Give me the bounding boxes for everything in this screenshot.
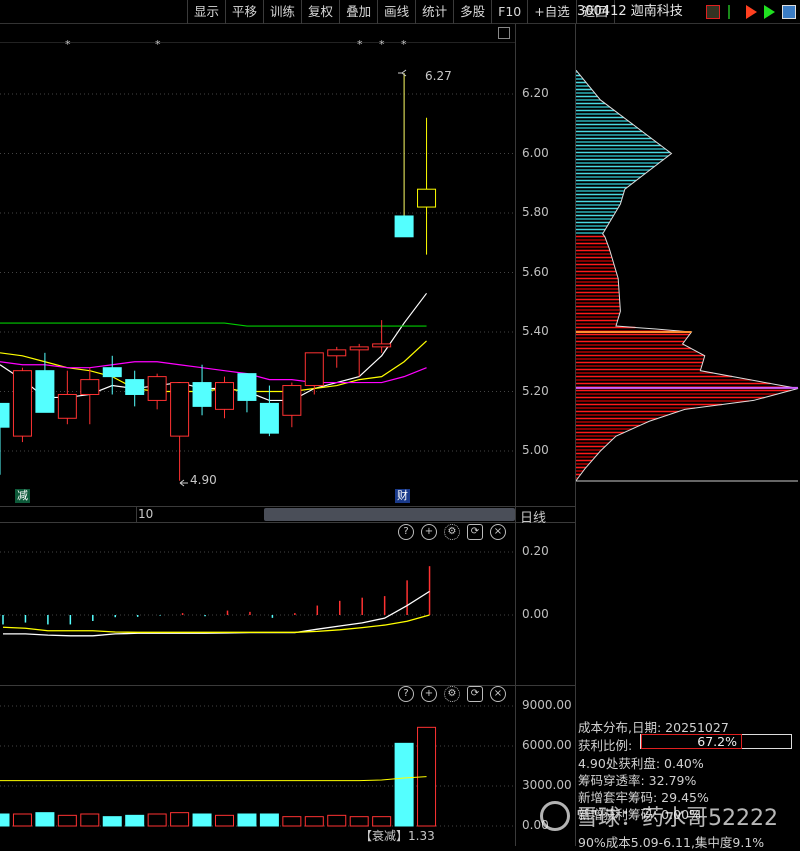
star-marker[interactable]: * bbox=[65, 38, 71, 51]
header-divider bbox=[0, 42, 515, 43]
price-axis-tick: 6.20 bbox=[522, 86, 549, 100]
scrollbar-thumb[interactable] bbox=[264, 508, 515, 521]
volume-bar bbox=[0, 813, 10, 827]
expand-icon[interactable] bbox=[498, 27, 510, 39]
candle-body bbox=[372, 343, 392, 348]
volume-bar bbox=[327, 814, 347, 827]
date-bar-top bbox=[0, 506, 575, 507]
candle-body bbox=[0, 402, 10, 428]
event-badge-reduce[interactable]: 减 bbox=[15, 489, 30, 503]
candle-body bbox=[259, 402, 279, 434]
candle-body bbox=[215, 382, 234, 410]
indicator-line-white bbox=[3, 590, 430, 637]
indicator-line-yellow bbox=[2, 614, 430, 633]
star-marker[interactable]: * bbox=[357, 38, 363, 51]
candle-body bbox=[394, 215, 414, 238]
watermark-text: 雪球：药水哥52222 bbox=[576, 806, 778, 831]
close-icon[interactable]: × bbox=[490, 524, 506, 540]
volume-bar bbox=[237, 813, 257, 827]
volume-bar bbox=[80, 813, 100, 827]
volume-bar bbox=[125, 814, 145, 827]
watermark: 雪球：药水哥52222 bbox=[540, 800, 778, 832]
volume-bar bbox=[259, 813, 279, 827]
candle-body bbox=[12, 370, 32, 437]
volume-bar bbox=[102, 816, 122, 827]
profit-label: 获利比例: bbox=[578, 738, 633, 753]
arrow-icon bbox=[398, 69, 407, 77]
period-label[interactable]: 日线 bbox=[520, 507, 546, 526]
volume-bar bbox=[282, 816, 302, 827]
candle-body bbox=[125, 379, 145, 395]
volume-bar bbox=[170, 812, 190, 827]
pane-divider bbox=[0, 522, 575, 523]
date-tick: 10 bbox=[138, 507, 154, 521]
candle-body bbox=[349, 346, 369, 351]
axis-divider bbox=[515, 24, 516, 846]
candle-body bbox=[102, 367, 122, 378]
volume-axis-tick: 9000.00 bbox=[522, 698, 572, 712]
refresh-icon[interactable]: ⟳ bbox=[467, 524, 483, 540]
volume-bar bbox=[215, 814, 234, 827]
price-axis-tick: 5.20 bbox=[522, 383, 549, 398]
indicator-axis-tick: 0.00 bbox=[522, 607, 549, 621]
indicator-axis-tick: 0.20 bbox=[522, 544, 549, 558]
volume-ma-line bbox=[0, 776, 427, 782]
candle-body bbox=[80, 379, 100, 395]
candle-body bbox=[147, 376, 167, 401]
pane-toolbar: ? + ⚙ ⟳ × bbox=[398, 524, 506, 540]
low-price-label: 4.90 bbox=[190, 473, 217, 487]
candle-body bbox=[192, 382, 212, 407]
candle-body bbox=[237, 373, 257, 401]
candle-body bbox=[282, 385, 302, 416]
gear-icon[interactable]: ⚙ bbox=[444, 524, 460, 540]
zoom-in-icon[interactable]: + bbox=[421, 524, 437, 540]
help-icon[interactable]: ? bbox=[398, 686, 414, 702]
volume-bar bbox=[192, 813, 212, 827]
volume-bar bbox=[372, 816, 392, 827]
ma-line-ma60 bbox=[0, 322, 427, 327]
date-tick-line bbox=[136, 507, 137, 522]
event-badge-finance[interactable]: 财 bbox=[395, 489, 410, 503]
profit-ratio-bar: 67.2% bbox=[640, 734, 792, 749]
xueqiu-logo-icon bbox=[540, 801, 570, 831]
close-icon[interactable]: × bbox=[490, 686, 506, 702]
volume-bar bbox=[304, 816, 324, 827]
gear-icon[interactable]: ⚙ bbox=[444, 686, 460, 702]
volume-bar bbox=[349, 816, 369, 827]
price-axis-tick: 5.00 bbox=[522, 443, 549, 457]
candle-body bbox=[327, 349, 347, 357]
profit-ratio-value: 67.2% bbox=[697, 734, 737, 749]
star-marker[interactable]: * bbox=[379, 38, 385, 51]
pane-toolbar: ? + ⚙ ⟳ × bbox=[398, 686, 506, 702]
star-marker[interactable]: * bbox=[155, 38, 161, 51]
help-icon[interactable]: ? bbox=[398, 524, 414, 540]
arrow-icon bbox=[179, 479, 188, 487]
high-price-label: 6.27 bbox=[425, 69, 452, 83]
star-marker[interactable]: * bbox=[401, 38, 407, 51]
volume-label: 【衰减】1.33 bbox=[360, 829, 435, 843]
zoom-in-icon[interactable]: + bbox=[421, 686, 437, 702]
volume-bar bbox=[57, 814, 77, 827]
candle-body bbox=[35, 370, 55, 413]
price-axis-tick: 5.60 bbox=[522, 264, 549, 279]
candle-body bbox=[417, 188, 437, 208]
candle-body bbox=[170, 382, 190, 437]
volume-axis-tick: 6000.00 bbox=[522, 738, 572, 752]
volume-bar bbox=[147, 813, 167, 827]
price-axis-tick: 5.80 bbox=[522, 205, 549, 219]
candle-body bbox=[57, 393, 77, 419]
price-axis-tick: 5.40 bbox=[522, 324, 549, 338]
volume-bar bbox=[12, 813, 32, 827]
panel-divider bbox=[575, 24, 576, 846]
chip-row: 90%成本5.09-6.11,集中度9.1% bbox=[578, 835, 765, 850]
refresh-icon[interactable]: ⟳ bbox=[467, 686, 483, 702]
volume-bar bbox=[394, 742, 414, 827]
price-axis-tick: 6.00 bbox=[522, 145, 549, 160]
candle-body bbox=[304, 352, 324, 387]
volume-bar bbox=[35, 812, 55, 827]
volume-axis-tick: 3000.00 bbox=[522, 778, 572, 792]
